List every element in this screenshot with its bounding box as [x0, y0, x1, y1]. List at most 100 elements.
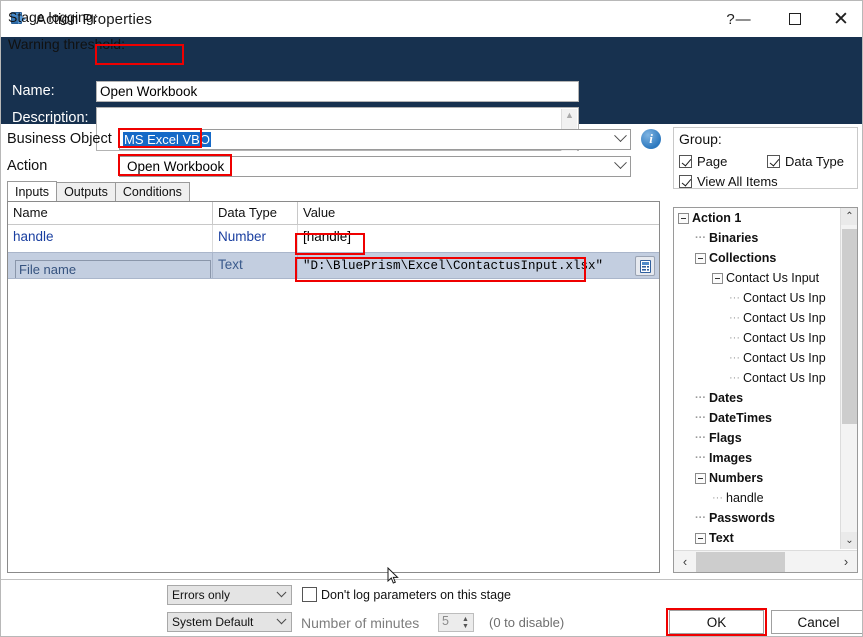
check-icon — [767, 155, 780, 168]
checkbox-data-type[interactable]: Data Type — [767, 154, 844, 169]
tree-node[interactable]: ··· Contact Us Inp — [674, 328, 841, 348]
warning-threshold-select[interactable]: System Default — [167, 612, 292, 632]
stage-logging-label: Stage logging: — [8, 9, 98, 25]
tree-node-label: Contact Us Inp — [743, 291, 826, 305]
tree-connector-icon: ··· — [695, 452, 706, 464]
number-of-minutes-stepper[interactable]: 5 ▲ ▼ — [438, 613, 474, 632]
action-value: Open Workbook — [127, 159, 225, 174]
tab-inputs[interactable]: Inputs — [7, 181, 58, 201]
minimize-icon: — — [735, 10, 752, 28]
row-value[interactable]: "D:\BluePrism\Excel\ContactusInput.xlsx" — [298, 253, 659, 278]
name-input[interactable]: Open Workbook — [96, 81, 579, 102]
row-name-editor[interactable]: File name — [15, 260, 211, 278]
tree-node-label: Contact Us Input — [726, 271, 820, 285]
help-icon: ? — [726, 10, 736, 28]
scrollbar-thumb[interactable] — [696, 551, 785, 572]
tree-horizontal-scrollbar[interactable]: ‹ › — [674, 550, 857, 572]
check-icon — [679, 175, 692, 188]
checkbox-view-all-items[interactable]: View All Items — [679, 174, 778, 189]
scroll-up-icon[interactable]: ▲ — [565, 111, 574, 120]
number-of-minutes-value: 5 — [442, 614, 449, 628]
scrollbar-thumb[interactable] — [842, 229, 857, 424]
tree-node[interactable]: Numbers — [674, 468, 841, 488]
window-controls: ? — ✕ — [706, 1, 862, 37]
tree-connector-icon: ··· — [695, 232, 706, 244]
row-value-text[interactable]: "D:\BluePrism\Excel\ContactusInput.xlsx" — [303, 253, 603, 273]
close-button[interactable]: ✕ — [818, 2, 862, 36]
collapse-icon[interactable] — [678, 212, 689, 224]
scroll-right-icon[interactable]: › — [835, 552, 857, 572]
business-object-select[interactable]: MS Excel VBO — [119, 129, 631, 150]
tree-node[interactable]: ··· handle — [674, 488, 841, 508]
row-name[interactable]: handle — [8, 225, 213, 252]
chevron-down-icon[interactable] — [614, 156, 627, 170]
tree-node[interactable]: Contact Us Input — [674, 268, 841, 288]
checkbox-page[interactable]: Page — [679, 154, 727, 169]
tree-connector-icon: ··· — [695, 512, 706, 524]
tree-vertical-scrollbar[interactable]: ⌃ ⌄ — [840, 208, 857, 549]
stage-logging-select[interactable]: Errors only — [167, 585, 292, 605]
tree-node[interactable]: Action 1 — [674, 208, 841, 228]
help-minimize-button[interactable]: ? — — [706, 2, 772, 36]
tab-conditions[interactable]: Conditions — [114, 182, 190, 201]
tree-node[interactable]: ··· Images — [674, 448, 841, 468]
tree-node[interactable]: Collections — [674, 248, 841, 268]
data-items-tree: Action 1 ··· Binaries Collections Contact Us… — [673, 207, 858, 573]
tree-node[interactable]: ··· Flags — [674, 428, 841, 448]
action-select[interactable]: Open Workbook — [119, 156, 631, 177]
collapse-icon[interactable] — [695, 252, 706, 264]
disable-note: (0 to disable) — [489, 615, 565, 630]
info-icon[interactable]: i — [641, 129, 661, 149]
tree-node-label: Dates — [709, 391, 744, 405]
collapse-icon[interactable] — [695, 472, 706, 484]
tree-node-label: Contact Us Inp — [743, 351, 826, 365]
tree-connector-icon: ··· — [729, 352, 740, 364]
chevron-down-icon[interactable] — [276, 587, 287, 598]
grid-header-row: Name Data Type Value — [8, 202, 659, 225]
tree-node[interactable]: Text — [674, 528, 841, 548]
tree-connector-icon: ··· — [729, 332, 740, 344]
collapse-icon[interactable] — [712, 272, 723, 284]
tree-node[interactable]: ··· Contact Us Inp — [674, 348, 841, 368]
tree-node[interactable]: ··· DateTimes — [674, 408, 841, 428]
stage-logging-value: Errors only — [172, 588, 231, 602]
warning-threshold-label: Warning threshold: — [8, 36, 125, 52]
column-header-name[interactable]: Name — [8, 202, 213, 225]
tree-node-label: Numbers — [709, 471, 764, 485]
parameters-grid: Name Data Type Value handle Number [hand… — [7, 201, 660, 573]
chevron-down-icon[interactable] — [614, 129, 627, 143]
expression-builder-button[interactable] — [635, 256, 655, 276]
title-bar: Action Properties ? — ✕ — [1, 1, 862, 37]
action-properties-dialog: Action Properties ? — ✕ Name: Open Workbo… — [0, 0, 863, 637]
tree-node-label: Contact Us Inp — [743, 311, 826, 325]
tree-node[interactable]: ··· Binaries — [674, 228, 841, 248]
collapse-icon[interactable] — [695, 532, 706, 544]
tree-node[interactable]: ··· Passwords — [674, 508, 841, 528]
checkbox-page-label: Page — [697, 154, 728, 169]
column-header-data-type[interactable]: Data Type — [213, 202, 298, 225]
scroll-left-icon[interactable]: ‹ — [674, 552, 696, 572]
maximize-button[interactable] — [772, 2, 818, 36]
row-name[interactable]: File name — [8, 253, 213, 278]
tree-node[interactable]: ··· Contact Us Inp — [674, 308, 841, 328]
ok-button[interactable]: OK — [669, 610, 764, 634]
tab-outputs[interactable]: Outputs — [56, 182, 116, 201]
tree-node-list: Action 1 ··· Binaries Collections Contact Us… — [674, 208, 841, 549]
check-icon — [679, 155, 692, 168]
table-row[interactable]: File name Text "D:\BluePrism\Excel\Conta… — [8, 252, 659, 279]
stepper-arrows-icon[interactable]: ▲ ▼ — [459, 614, 472, 631]
scroll-up-icon[interactable]: ⌃ — [841, 208, 857, 225]
chevron-down-icon[interactable] — [276, 614, 287, 625]
cancel-button[interactable]: Cancel — [771, 610, 862, 634]
tree-connector-icon: ··· — [695, 392, 706, 404]
tree-node[interactable]: ··· Dates — [674, 388, 841, 408]
tree-node[interactable]: ··· Contact Us Inp — [674, 368, 841, 388]
row-value[interactable]: [handle] — [298, 225, 659, 252]
tree-node-label: handle — [726, 491, 764, 505]
checkbox-dont-log-parameters[interactable]: Don't log parameters on this stage — [302, 587, 511, 602]
column-header-value[interactable]: Value — [298, 202, 659, 225]
warning-threshold-value: System Default — [172, 615, 254, 629]
scroll-down-icon[interactable]: ⌄ — [841, 532, 857, 549]
table-row[interactable]: handle Number [handle] — [8, 225, 659, 252]
tree-node[interactable]: ··· Contact Us Inp — [674, 288, 841, 308]
